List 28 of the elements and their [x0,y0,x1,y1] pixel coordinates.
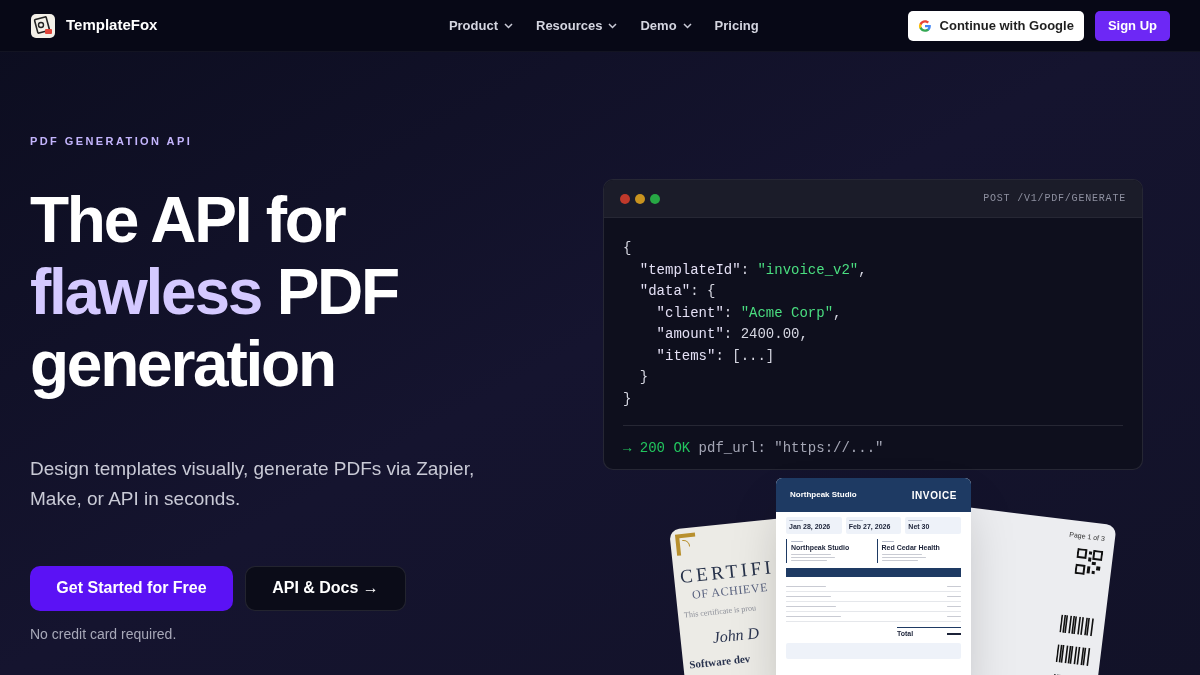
brand-name[interactable]: TemplateFox [66,14,158,37]
headline-line: generation [30,327,336,400]
barcode-icon [1055,644,1092,667]
hero-subtitle: Design templates visually, generate PDFs via Zapier, Make, or API in seconds. [30,456,476,511]
certificate-text: This certificate is prou [683,603,757,620]
api-docs-button[interactable]: API & Docs → [245,565,406,611]
qr-code-icon [1074,547,1104,577]
headline-line: flawless PDF [30,255,399,328]
google-icon [917,18,932,33]
no-credit-card-note: No credit card required. [30,624,178,644]
nav-link[interactable]: Resources [536,15,618,36]
get-started-button[interactable]: Get Started for Free [30,565,233,611]
headline-line: The API for [30,183,346,256]
course-name: Software dev [688,652,751,671]
invoice-company: Northpeak Studio [790,489,857,501]
recipient-name: John D [711,624,760,646]
barcode-icon [1059,614,1096,637]
response-line: → 200 OK pdf_url: "https://..." [622,439,885,458]
logo-icon[interactable] [30,12,56,39]
google-signin-button[interactable]: Continue with Google [907,10,1084,41]
nav-link[interactable]: Demo [640,15,692,36]
endpoint-label: POST /V1/PDF/GENERATE [983,192,1126,206]
json-code-text: { "templateId": "invoice_v2", "data": { "client": "Acme Corp", "amount": 2400.00, "items": [...] } } [622,239,868,409]
nav-link[interactable]: Pricing [714,15,759,36]
invoice-title: INVOICE [911,488,957,503]
nav-link[interactable]: Product [448,15,513,36]
sign-up-button[interactable]: Sign Up [1094,10,1170,41]
eyebrow-label: PDF GENERATION API [30,134,194,149]
